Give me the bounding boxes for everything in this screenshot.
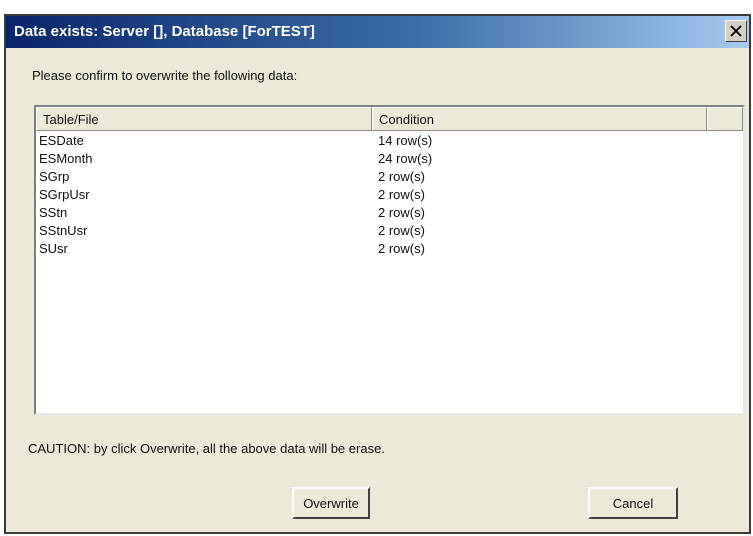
row-condition: 24 row(s)	[378, 151, 433, 166]
row-name: SStnUsr	[39, 223, 88, 238]
table-row[interactable]: SStnUsr 2 row(s)	[36, 223, 743, 241]
row-name: SUsr	[39, 241, 68, 256]
row-condition: 2 row(s)	[378, 205, 425, 220]
list-rows: ESDate 14 row(s) ESMonth 24 row(s) SGrp …	[36, 133, 743, 259]
close-button[interactable]	[725, 20, 747, 42]
column-header-condition[interactable]: Condition	[372, 107, 707, 131]
row-name: SStn	[39, 205, 68, 220]
row-name: SGrpUsr	[39, 187, 90, 202]
column-header-table-file[interactable]: Table/File	[36, 107, 372, 131]
cancel-button[interactable]: Cancel	[588, 487, 678, 519]
table-row[interactable]: SUsr 2 row(s)	[36, 241, 743, 259]
title-bar[interactable]: Data exists: Server [], Database [ForTES…	[6, 16, 749, 48]
row-condition: 14 row(s)	[378, 133, 433, 148]
table-row[interactable]: ESDate 14 row(s)	[36, 133, 743, 151]
row-name: ESMonth	[39, 151, 93, 166]
table-row[interactable]: SGrpUsr 2 row(s)	[36, 187, 743, 205]
row-name: ESDate	[39, 133, 84, 148]
row-condition: 2 row(s)	[378, 223, 425, 238]
overwrite-button[interactable]: Overwrite	[292, 487, 370, 519]
window-title: Data exists: Server [], Database [ForTES…	[14, 23, 315, 40]
row-name: SGrp	[39, 169, 70, 184]
row-condition: 2 row(s)	[378, 187, 425, 202]
close-icon	[730, 25, 742, 37]
confirm-prompt: Please confirm to overwrite the followin…	[32, 68, 298, 83]
column-header-empty[interactable]	[707, 107, 743, 131]
data-list-view[interactable]: Table/File Condition ESDate 14 row(s) ES…	[34, 105, 745, 415]
table-row[interactable]: ESMonth 24 row(s)	[36, 151, 743, 169]
table-row[interactable]: SGrp 2 row(s)	[36, 169, 743, 187]
dialog-window: Data exists: Server [], Database [ForTES…	[4, 14, 751, 534]
row-condition: 2 row(s)	[378, 241, 425, 256]
row-condition: 2 row(s)	[378, 169, 425, 184]
list-header: Table/File Condition	[36, 107, 743, 131]
caution-text: CAUTION: by click Overwrite, all the abo…	[28, 441, 385, 456]
table-row[interactable]: SStn 2 row(s)	[36, 205, 743, 223]
